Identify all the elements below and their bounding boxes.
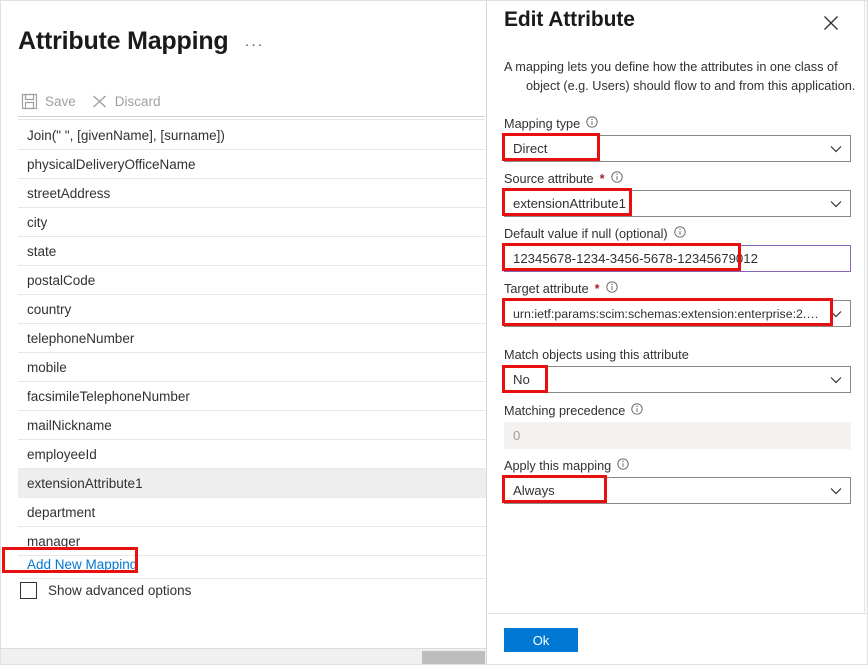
- list-item[interactable]: employeeId: [18, 440, 486, 469]
- page-title: Attribute Mapping: [18, 27, 229, 55]
- chevron-down-icon[interactable]: [822, 367, 850, 392]
- left-panel-header: Attribute Mapping ···: [18, 26, 264, 56]
- apply-mapping-dropdown[interactable]: Always: [504, 477, 851, 504]
- info-icon[interactable]: [586, 116, 598, 131]
- save-button-label: Save: [45, 93, 76, 109]
- match-objects-dropdown[interactable]: No: [504, 366, 851, 393]
- default-value-text: 12345678-1234-3456-5678-12345679012: [513, 251, 758, 266]
- mapping-type-dropdown[interactable]: Direct: [504, 135, 851, 162]
- list-item[interactable]: facsimileTelephoneNumber: [18, 382, 486, 411]
- source-attribute-label: Source attribute *: [504, 171, 851, 186]
- panel-description-line2: object (e.g. Users) should flow to and f…: [526, 79, 856, 93]
- panel-description: A mapping lets you define how the attrib…: [504, 58, 859, 96]
- info-icon[interactable]: [617, 458, 629, 473]
- horizontal-scrollbar-thumb[interactable]: [422, 651, 485, 664]
- source-attribute-label-text: Source attribute: [504, 171, 594, 186]
- list-item[interactable]: Join(" ", [givenName], [surname]): [18, 121, 486, 150]
- list-item[interactable]: city: [18, 208, 486, 237]
- field-apply-mapping: Apply this mapping Always: [504, 458, 851, 504]
- field-source-attribute: Source attribute * extensionAttribute1: [504, 171, 851, 217]
- mapping-type-label-text: Mapping type: [504, 116, 581, 131]
- edit-attribute-title: Edit Attribute: [504, 8, 635, 31]
- source-attribute-value: extensionAttribute1: [513, 196, 626, 211]
- chevron-down-icon[interactable]: [822, 191, 850, 216]
- close-icon[interactable]: [818, 10, 844, 36]
- info-icon[interactable]: [605, 281, 618, 296]
- matching-precedence-input: 0: [504, 422, 851, 449]
- target-attribute-label-text: Target attribute: [504, 281, 589, 296]
- info-icon[interactable]: [631, 403, 643, 418]
- field-mapping-type: Mapping type Direct: [504, 116, 851, 162]
- field-target-attribute: Target attribute * urn:ietf:params:scim:…: [504, 281, 851, 327]
- command-bar: Save Discard: [18, 86, 169, 116]
- list-item-selected[interactable]: extensionAttribute1: [18, 469, 486, 498]
- default-value-label-text: Default value if null (optional): [504, 226, 668, 241]
- list-item[interactable]: department: [18, 498, 486, 527]
- required-asterisk: *: [599, 171, 605, 186]
- discard-button-label: Discard: [114, 93, 161, 109]
- list-item[interactable]: postalCode: [18, 266, 486, 295]
- command-bar-divider: [18, 116, 485, 117]
- apply-mapping-label-text: Apply this mapping: [504, 458, 612, 473]
- ok-button[interactable]: Ok: [504, 628, 578, 652]
- mapping-type-label: Mapping type: [504, 116, 851, 131]
- matching-precedence-label: Matching precedence: [504, 403, 851, 418]
- add-new-mapping-row: Add New Mapping: [18, 550, 486, 579]
- save-button[interactable]: Save: [18, 90, 84, 113]
- list-item[interactable]: mobile: [18, 353, 486, 382]
- default-value-input[interactable]: 12345678-1234-3456-5678-12345679012: [504, 245, 851, 272]
- show-advanced-options-label: Show advanced options: [48, 583, 192, 598]
- vertical-scrollbar[interactable]: [864, 0, 868, 612]
- default-value-label: Default value if null (optional): [504, 226, 851, 241]
- attribute-mapping-panel: Attribute Mapping ··· Save Discard Join(…: [0, 0, 487, 665]
- match-objects-label: Match objects using this attribute: [504, 348, 851, 362]
- matching-precedence-label-text: Matching precedence: [504, 403, 626, 418]
- list-item[interactable]: telephoneNumber: [18, 324, 486, 353]
- discard-button[interactable]: Discard: [88, 90, 169, 113]
- match-objects-value: No: [513, 372, 530, 387]
- source-attribute-dropdown[interactable]: extensionAttribute1: [504, 190, 851, 217]
- mapping-list: Join(" ", [givenName], [surname]) physic…: [18, 121, 486, 556]
- edit-attribute-panel: Edit Attribute A mapping lets you define…: [488, 0, 868, 665]
- list-item[interactable]: physicalDeliveryOfficeName: [18, 150, 486, 179]
- match-objects-label-text: Match objects using this attribute: [504, 348, 689, 362]
- command-bar-divider-secondary: [18, 119, 485, 120]
- chevron-down-icon[interactable]: [822, 301, 850, 326]
- show-advanced-options-checkbox[interactable]: [20, 582, 37, 599]
- more-options-ellipsis[interactable]: ···: [244, 30, 264, 53]
- save-icon: [21, 93, 38, 110]
- mapping-type-value: Direct: [513, 141, 548, 156]
- apply-mapping-label: Apply this mapping: [504, 458, 851, 473]
- field-match-objects: Match objects using this attribute No: [504, 348, 851, 393]
- field-matching-precedence: Matching precedence 0: [504, 403, 851, 449]
- chevron-down-icon[interactable]: [822, 136, 850, 161]
- required-asterisk: *: [594, 281, 600, 296]
- info-icon[interactable]: [673, 226, 686, 241]
- panel-description-line1: A mapping lets you define how the attrib…: [504, 60, 838, 74]
- discard-icon: [91, 93, 108, 110]
- info-icon[interactable]: [610, 171, 623, 186]
- list-item[interactable]: streetAddress: [18, 179, 486, 208]
- matching-precedence-value: 0: [513, 428, 521, 443]
- show-advanced-options-toggle[interactable]: Show advanced options: [20, 582, 191, 599]
- attribute-mapping-screen: Attribute Mapping ··· Save Discard Join(…: [0, 0, 868, 665]
- target-attribute-value: urn:ietf:params:scim:schemas:extension:e…: [513, 306, 822, 321]
- footer-separator: [488, 613, 868, 614]
- list-item[interactable]: mailNickname: [18, 411, 486, 440]
- apply-mapping-value: Always: [513, 483, 555, 498]
- horizontal-scrollbar[interactable]: [0, 648, 486, 665]
- list-item[interactable]: country: [18, 295, 486, 324]
- chevron-down-icon[interactable]: [822, 478, 850, 503]
- target-attribute-label: Target attribute *: [504, 281, 851, 296]
- add-new-mapping-link[interactable]: Add New Mapping: [18, 557, 137, 572]
- field-default-value: Default value if null (optional) 1234567…: [504, 226, 851, 272]
- target-attribute-dropdown[interactable]: urn:ietf:params:scim:schemas:extension:e…: [504, 300, 851, 327]
- list-item[interactable]: state: [18, 237, 486, 266]
